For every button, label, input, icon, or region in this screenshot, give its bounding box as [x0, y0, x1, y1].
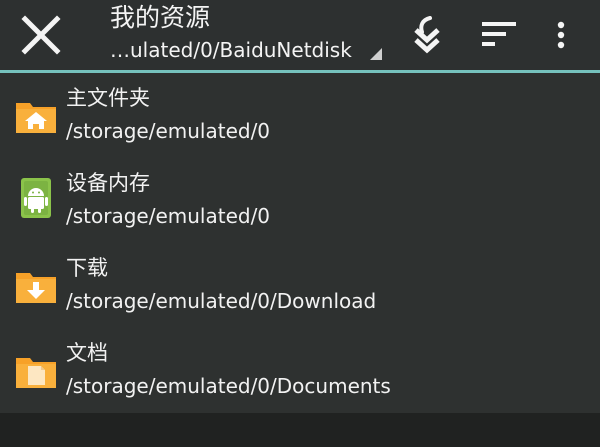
list-item-home[interactable]: 主文件夹 /storage/emulated/0 — [0, 73, 600, 158]
toolbar: 我的资源 …ulated/0/BaiduNetdisk — [0, 0, 600, 70]
dropdown-triangle-icon — [370, 48, 382, 60]
list-item-documents[interactable]: 文档 /storage/emulated/0/Documents — [0, 328, 600, 413]
download-button[interactable] — [402, 10, 452, 60]
item-name: 文档 — [66, 341, 108, 365]
item-name: 主文件夹 — [66, 86, 150, 110]
storage-location-list: 主文件夹 /storage/emulated/0 设备内存 /storage/e… — [0, 73, 600, 413]
close-button[interactable] — [14, 8, 68, 62]
page-title: 我的资源 — [110, 3, 211, 32]
close-icon — [21, 15, 61, 55]
home-folder-icon — [16, 103, 56, 133]
documents-folder-icon — [16, 358, 56, 388]
more-options-button[interactable] — [536, 10, 586, 60]
sort-button[interactable] — [474, 10, 524, 60]
more-vertical-icon — [557, 21, 565, 49]
item-name: 下载 — [66, 256, 108, 280]
item-path: /storage/emulated/0/Documents — [66, 374, 391, 398]
list-item-download[interactable]: 下载 /storage/emulated/0/Download — [0, 243, 600, 328]
item-path: /storage/emulated/0 — [66, 119, 271, 143]
sort-icon — [482, 22, 516, 46]
list-item-device-storage[interactable]: 设备内存 /storage/emulated/0 — [0, 158, 600, 243]
item-path: /storage/emulated/0/Download — [66, 289, 377, 313]
download-arrows-icon — [414, 16, 440, 54]
location-selector[interactable]: 我的资源 …ulated/0/BaiduNetdisk — [110, 3, 390, 67]
bottom-empty-area — [0, 413, 600, 447]
current-path: …ulated/0/BaiduNetdisk — [110, 38, 352, 62]
item-name: 设备内存 — [66, 171, 150, 195]
android-storage-icon — [21, 178, 51, 218]
file-picker-screen: 我的资源 …ulated/0/BaiduNetdisk 主文件夹 /storag… — [0, 0, 600, 447]
download-folder-icon — [16, 273, 56, 303]
item-path: /storage/emulated/0 — [66, 204, 271, 228]
